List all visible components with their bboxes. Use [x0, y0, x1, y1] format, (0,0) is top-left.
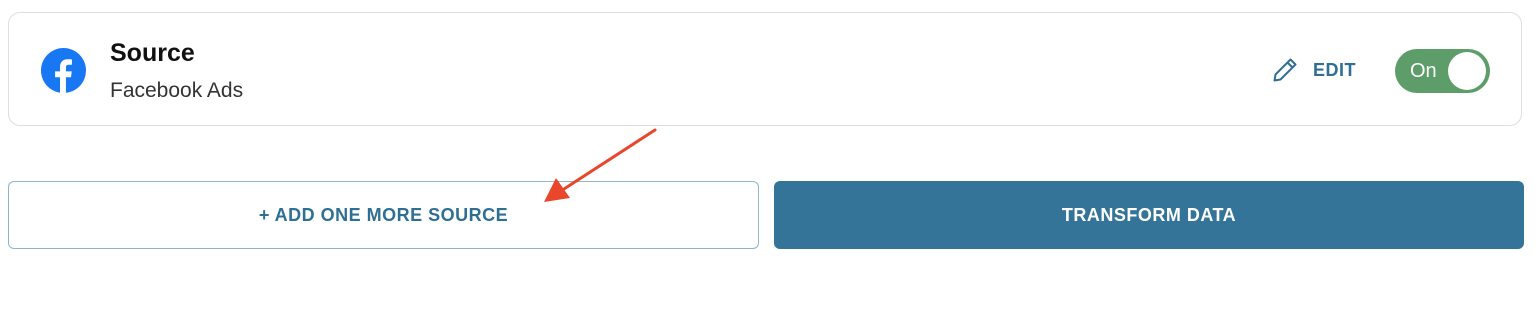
edit-button[interactable]: EDIT — [1271, 55, 1356, 85]
page: Source Facebook Ads EDIT On + ADD ONE MO… — [0, 0, 1536, 323]
toggle-label: On — [1410, 60, 1437, 82]
toggle-knob — [1448, 52, 1486, 90]
source-toggle[interactable]: On — [1395, 49, 1490, 93]
facebook-icon — [41, 48, 86, 93]
source-name: Facebook Ads — [110, 79, 244, 102]
edit-label: EDIT — [1313, 59, 1357, 80]
transform-data-button[interactable]: TRANSFORM DATA — [774, 181, 1524, 249]
source-title: Source — [110, 39, 195, 67]
pencil-icon — [1273, 58, 1297, 82]
source-card: Source Facebook Ads EDIT On — [8, 12, 1522, 126]
add-source-button[interactable]: + ADD ONE MORE SOURCE — [8, 181, 759, 249]
